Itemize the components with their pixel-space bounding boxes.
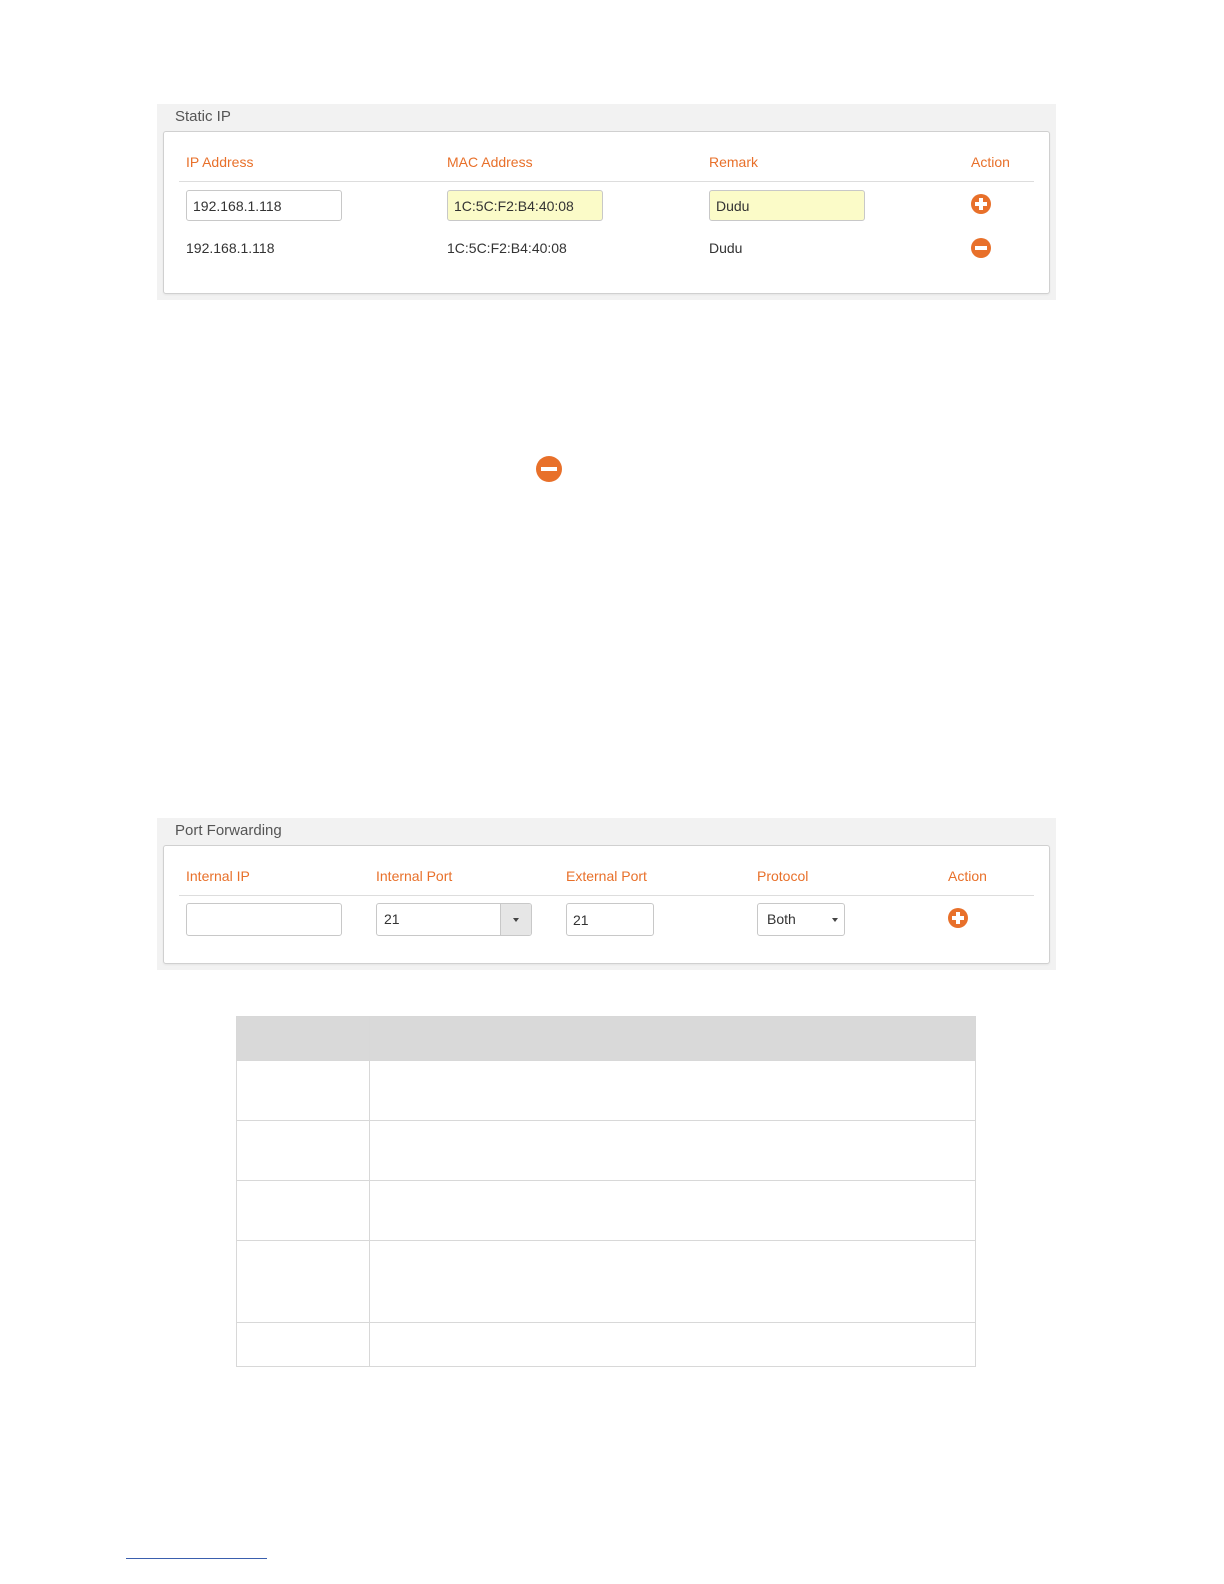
row-remark: Dudu [709,240,743,256]
header-ip-address: IP Address [186,154,254,170]
table-row [236,1120,976,1181]
chevron-down-icon [513,918,519,922]
header-divider [179,181,1034,182]
chevron-down-icon [832,918,838,922]
header-external-port: External Port [566,868,647,884]
static-ip-title: Static IP [175,108,231,125]
header-action: Action [948,868,987,884]
table-header-cell [236,1016,370,1061]
table-row [236,1060,976,1121]
header-internal-ip: Internal IP [186,868,250,884]
table-row [236,1180,976,1241]
external-port-input[interactable] [566,903,654,936]
minus-circle-icon[interactable] [971,238,991,258]
header-divider [179,895,1034,896]
table-cell [236,1060,370,1121]
remark-input[interactable] [709,190,865,221]
table-cell [369,1180,976,1241]
static-ip-table: IP Address MAC Address Remark Action 192… [163,131,1050,294]
row-ip-address: 192.168.1.118 [186,240,275,256]
header-remark: Remark [709,154,759,170]
internal-ip-input[interactable] [186,903,342,936]
table-header-row [236,1016,976,1061]
header-internal-port: Internal Port [376,868,453,884]
table-row [236,1240,976,1323]
footnote-separator [126,1558,267,1559]
header-protocol: Protocol [757,868,809,884]
internal-port-dropdown-button[interactable] [500,904,531,935]
table-cell [369,1060,976,1121]
header-mac-address: MAC Address [447,154,533,170]
table-row [236,1322,976,1367]
table-cell [369,1322,976,1367]
mac-address-input[interactable] [447,190,603,221]
table-cell [369,1240,976,1323]
table-cell [236,1180,370,1241]
row-mac-address: 1C:5C:F2:B4:40:08 [447,240,567,256]
static-ip-panel: Static IP IP Address MAC Address Remark … [157,104,1056,300]
internal-port-combobox[interactable]: 21 [376,903,532,936]
table-cell [236,1322,370,1367]
minus-circle-icon [536,456,562,482]
plus-circle-icon[interactable] [971,194,991,214]
table-cell [369,1120,976,1181]
table-header-cell [369,1016,976,1061]
internal-port-value: 21 [384,911,400,927]
port-forwarding-panel: Port Forwarding Internal IP Internal Por… [157,818,1056,970]
protocol-select[interactable]: Both [757,903,845,936]
table-cell [236,1120,370,1181]
parameter-description-table [236,1016,976,1367]
protocol-value: Both [767,911,796,927]
header-action: Action [971,154,1010,170]
table-cell [236,1240,370,1323]
plus-circle-icon[interactable] [948,908,968,928]
port-forwarding-title: Port Forwarding [175,822,282,839]
port-forwarding-table: Internal IP Internal Port External Port … [163,845,1050,964]
ip-address-input[interactable] [186,190,342,221]
